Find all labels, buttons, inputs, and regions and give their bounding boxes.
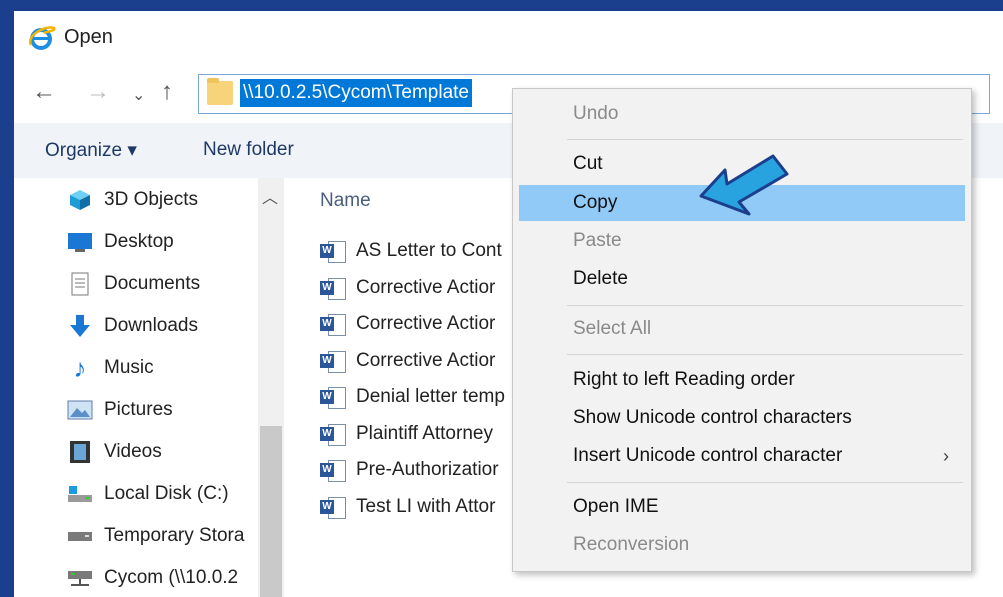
menu-item-label: Insert Unicode control character <box>573 445 843 466</box>
file-name: Corrective Actior <box>356 277 496 298</box>
menu-item-reconversion[interactable]: Reconversion <box>519 527 965 563</box>
menu-separator <box>567 305 963 306</box>
sidebar-item-cycom[interactable]: Cycom (\\10.0.2 <box>66 558 238 597</box>
menu-item-label: Undo <box>573 103 619 124</box>
sidebar-item-label: Music <box>104 357 154 378</box>
column-header-name[interactable]: Name <box>320 190 371 212</box>
documents-icon <box>66 271 94 297</box>
menu-item-label: Delete <box>573 268 628 289</box>
sidebar-item-label: Local Disk (C:) <box>104 483 229 504</box>
menu-item-label: Open IME <box>573 496 659 517</box>
menu-item-label: Reconversion <box>573 534 690 555</box>
file-name: Pre-Authorizatior <box>356 459 499 480</box>
sidebar-item-music[interactable]: ♪ Music <box>66 348 154 388</box>
internet-explorer-icon <box>29 26 56 50</box>
sidebar-scrollbar[interactable]: ︿ <box>258 178 284 597</box>
word-document-icon: W <box>320 422 346 446</box>
folder-icon <box>207 78 233 105</box>
recent-locations-icon[interactable]: ⌄ <box>132 81 145 111</box>
file-name: AS Letter to Cont <box>356 240 502 261</box>
drive-icon <box>66 523 94 549</box>
sidebar-item-label: 3D Objects <box>104 189 198 210</box>
menu-separator <box>567 354 963 355</box>
downloads-icon <box>66 313 94 339</box>
sidebar-item-local-disk[interactable]: Local Disk (C:) <box>66 474 229 514</box>
forward-arrow-icon[interactable]: → <box>86 77 110 107</box>
list-item[interactable]: W Test LI with Attor <box>320 491 495 523</box>
3d-objects-icon <box>66 187 94 213</box>
pictures-icon <box>66 397 94 423</box>
music-icon: ♪ <box>73 352 87 383</box>
sidebar-item-downloads[interactable]: Downloads <box>66 306 198 346</box>
open-dialog: Open ← → ⌄ ↑ \\10.0.2.5\Cycom\Template O… <box>0 0 1003 597</box>
scrollbar-thumb[interactable] <box>260 426 282 597</box>
callout-arrow-icon <box>699 154 789 216</box>
title-bar: Open <box>14 11 1003 65</box>
navigation-pane: 3D Objects Desktop Documents Downloads ♪… <box>14 178 284 597</box>
menu-item-open-ime[interactable]: Open IME <box>519 489 965 525</box>
list-item[interactable]: W Corrective Actior <box>320 345 495 377</box>
sidebar-item-label: Cycom (\\10.0.2 <box>104 567 239 588</box>
sidebar-item-documents[interactable]: Documents <box>66 264 200 304</box>
menu-separator <box>567 139 963 140</box>
menu-item-delete[interactable]: Delete <box>519 261 965 297</box>
sidebar-item-label: Desktop <box>104 231 174 252</box>
sidebar-item-desktop[interactable]: Desktop <box>66 222 174 262</box>
file-name: Plaintiff Attorney <box>356 423 493 444</box>
sidebar-item-label: Pictures <box>104 399 173 420</box>
word-document-icon: W <box>320 458 346 482</box>
scroll-up-icon[interactable]: ︿ <box>262 184 278 208</box>
menu-item-show-unicode[interactable]: Show Unicode control characters <box>519 400 965 436</box>
organize-button[interactable]: Organize ▾ <box>45 139 137 162</box>
word-document-icon: W <box>320 239 346 263</box>
menu-item-label: Select All <box>573 318 652 339</box>
list-item[interactable]: W Corrective Actior <box>320 272 495 304</box>
menu-item-select-all[interactable]: Select All <box>519 311 965 347</box>
menu-item-undo[interactable]: Undo <box>519 96 965 132</box>
videos-icon <box>66 439 94 465</box>
window-title: Open <box>64 26 113 48</box>
file-name: Denial letter temp <box>356 386 505 407</box>
menu-item-label: Show Unicode control characters <box>573 407 852 428</box>
frame-border-left <box>0 0 14 597</box>
file-name: Corrective Actior <box>356 313 496 334</box>
sidebar-item-label: Downloads <box>104 315 198 336</box>
new-folder-button[interactable]: New folder <box>203 139 294 161</box>
list-item[interactable]: W Denial letter temp <box>320 381 505 413</box>
sidebar-item-videos[interactable]: Videos <box>66 432 162 472</box>
sidebar-item-label: Videos <box>104 441 162 462</box>
word-document-icon: W <box>320 495 346 519</box>
menu-item-paste[interactable]: Paste <box>519 223 965 259</box>
frame-border-top <box>0 0 1003 11</box>
up-arrow-icon[interactable]: ↑ <box>161 77 173 107</box>
menu-item-label: Copy <box>573 192 618 213</box>
word-document-icon: W <box>320 385 346 409</box>
sidebar-item-label: Documents <box>104 273 201 294</box>
sidebar-item-pictures[interactable]: Pictures <box>66 390 173 430</box>
menu-item-right-to-left[interactable]: Right to left Reading order <box>519 362 965 398</box>
word-document-icon: W <box>320 312 346 336</box>
back-arrow-icon[interactable]: ← <box>32 77 56 107</box>
address-path[interactable]: \\10.0.2.5\Cycom\Template <box>240 79 472 107</box>
sidebar-item-3d-objects[interactable]: 3D Objects <box>66 180 198 220</box>
sidebar-item-label: Temporary Stora <box>104 525 245 546</box>
file-name: Test LI with Attor <box>356 496 496 517</box>
local-disk-icon <box>66 481 94 507</box>
sidebar-item-temporary-storage[interactable]: Temporary Stora <box>66 516 244 556</box>
list-item[interactable]: W Corrective Actior <box>320 308 495 340</box>
word-document-icon: W <box>320 276 346 300</box>
chevron-right-icon: › <box>943 446 949 466</box>
menu-item-insert-unicode[interactable]: Insert Unicode control character › <box>519 438 965 474</box>
list-item[interactable]: W AS Letter to Cont <box>320 235 502 267</box>
menu-separator <box>567 482 963 483</box>
menu-item-label: Right to left Reading order <box>573 369 795 390</box>
list-item[interactable]: W Plaintiff Attorney <box>320 418 493 450</box>
menu-item-label: Paste <box>573 230 622 251</box>
network-drive-icon <box>66 565 94 591</box>
desktop-icon <box>66 229 94 255</box>
menu-item-label: Cut <box>573 153 603 174</box>
word-document-icon: W <box>320 349 346 373</box>
file-name: Corrective Actior <box>356 350 496 371</box>
list-item[interactable]: W Pre-Authorizatior <box>320 454 499 486</box>
